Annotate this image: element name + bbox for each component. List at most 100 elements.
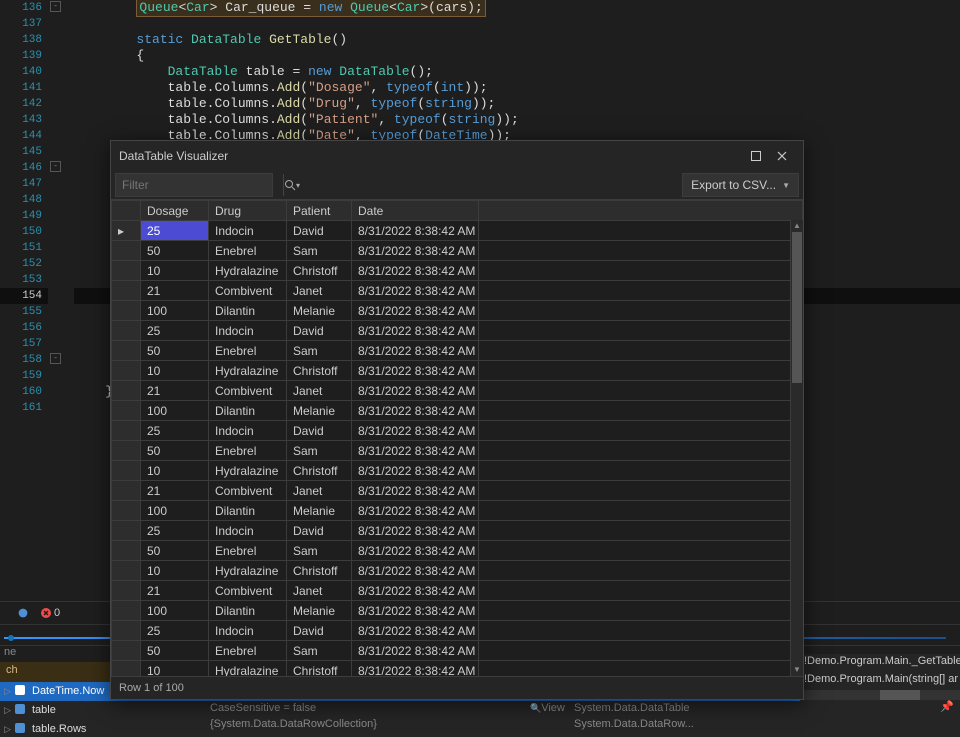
row-header[interactable]: [112, 341, 141, 361]
cell-patient[interactable]: Sam: [287, 241, 352, 261]
cell-dosage[interactable]: 100: [141, 301, 209, 321]
cell-drug[interactable]: Combivent: [209, 281, 287, 301]
cell-patient[interactable]: Melanie: [287, 401, 352, 421]
cell-drug[interactable]: Indocin: [209, 421, 287, 441]
table-row[interactable]: 25IndocinDavid8/31/2022 8:38:42 AM: [112, 521, 791, 541]
row-header[interactable]: [112, 381, 141, 401]
cell-drug[interactable]: Enebrel: [209, 541, 287, 561]
fold-marker[interactable]: -: [50, 353, 61, 364]
cell-patient[interactable]: Christoff: [287, 261, 352, 281]
row-header[interactable]: [112, 241, 141, 261]
cell-date[interactable]: 8/31/2022 8:38:42 AM: [352, 561, 479, 581]
cell-drug[interactable]: Dilantin: [209, 501, 287, 521]
cell-date[interactable]: 8/31/2022 8:38:42 AM: [352, 321, 479, 341]
horizontal-scrollbar[interactable]: [800, 690, 960, 700]
export-button[interactable]: Export to CSV... ▼: [682, 173, 799, 197]
cell-patient[interactable]: Sam: [287, 641, 352, 661]
row-header[interactable]: [112, 421, 141, 441]
cell-date[interactable]: 8/31/2022 8:38:42 AM: [352, 541, 479, 561]
column-header[interactable]: Patient: [287, 201, 352, 221]
cell-dosage[interactable]: 50: [141, 341, 209, 361]
table-row[interactable]: 50EnebrelSam8/31/2022 8:38:42 AM: [112, 341, 791, 361]
view-link[interactable]: 🔍View: [530, 702, 565, 714]
bug-icon[interactable]: [16, 606, 30, 620]
cell-drug[interactable]: Enebrel: [209, 241, 287, 261]
cell-drug[interactable]: Hydralazine: [209, 261, 287, 281]
table-row[interactable]: 21CombiventJanet8/31/2022 8:38:42 AM: [112, 481, 791, 501]
row-header[interactable]: [112, 581, 141, 601]
expand-icon[interactable]: ▷: [4, 724, 14, 735]
row-header[interactable]: [112, 401, 141, 421]
table-row[interactable]: 21CombiventJanet8/31/2022 8:38:42 AM: [112, 381, 791, 401]
cell-patient[interactable]: David: [287, 421, 352, 441]
cell-patient[interactable]: Christoff: [287, 461, 352, 481]
cell-drug[interactable]: Indocin: [209, 221, 287, 241]
cell-date[interactable]: 8/31/2022 8:38:42 AM: [352, 341, 479, 361]
cell-dosage[interactable]: 25: [141, 321, 209, 341]
cell-dosage[interactable]: 21: [141, 381, 209, 401]
data-grid[interactable]: DosageDrugPatientDate ▸25IndocinDavid8/3…: [111, 199, 803, 676]
filter-dropdown-icon[interactable]: ▾: [296, 181, 300, 190]
cell-drug[interactable]: Enebrel: [209, 441, 287, 461]
cell-dosage[interactable]: 50: [141, 441, 209, 461]
column-header[interactable]: Dosage: [141, 201, 209, 221]
cell-dosage[interactable]: 100: [141, 401, 209, 421]
row-header[interactable]: [112, 261, 141, 281]
cell-patient[interactable]: Melanie: [287, 301, 352, 321]
cell-dosage[interactable]: 10: [141, 661, 209, 677]
table-row[interactable]: 100DilantinMelanie8/31/2022 8:38:42 AM: [112, 501, 791, 521]
cell-date[interactable]: 8/31/2022 8:38:42 AM: [352, 641, 479, 661]
cell-date[interactable]: 8/31/2022 8:38:42 AM: [352, 221, 479, 241]
cell-dosage[interactable]: 50: [141, 641, 209, 661]
table-row[interactable]: 50EnebrelSam8/31/2022 8:38:42 AM: [112, 241, 791, 261]
scroll-down-icon[interactable]: ▼: [791, 664, 803, 676]
cell-date[interactable]: 8/31/2022 8:38:42 AM: [352, 261, 479, 281]
cell-date[interactable]: 8/31/2022 8:38:42 AM: [352, 301, 479, 321]
row-header[interactable]: [112, 361, 141, 381]
cell-drug[interactable]: Enebrel: [209, 641, 287, 661]
filter-box[interactable]: ▾: [115, 173, 273, 197]
table-row[interactable]: 25IndocinDavid8/31/2022 8:38:42 AM: [112, 421, 791, 441]
cell-dosage[interactable]: 25: [141, 621, 209, 641]
row-header[interactable]: ▸: [112, 221, 141, 241]
cell-dosage[interactable]: 50: [141, 241, 209, 261]
cell-dosage[interactable]: 50: [141, 541, 209, 561]
cell-patient[interactable]: Janet: [287, 381, 352, 401]
cell-patient[interactable]: David: [287, 521, 352, 541]
search-icon[interactable]: [283, 174, 296, 196]
cell-patient[interactable]: Sam: [287, 441, 352, 461]
cell-date[interactable]: 8/31/2022 8:38:42 AM: [352, 601, 479, 621]
cell-patient[interactable]: Christoff: [287, 561, 352, 581]
filter-input[interactable]: [116, 178, 283, 192]
cell-dosage[interactable]: 25: [141, 421, 209, 441]
row-header[interactable]: [112, 501, 141, 521]
cell-patient[interactable]: Sam: [287, 341, 352, 361]
titlebar[interactable]: DataTable Visualizer: [111, 141, 803, 171]
cell-date[interactable]: 8/31/2022 8:38:42 AM: [352, 581, 479, 601]
cell-drug[interactable]: Hydralazine: [209, 361, 287, 381]
cell-dosage[interactable]: 21: [141, 281, 209, 301]
row-header[interactable]: [112, 321, 141, 341]
close-button[interactable]: [769, 145, 795, 167]
table-row[interactable]: 10HydralazineChristoff8/31/2022 8:38:42 …: [112, 261, 791, 281]
cell-patient[interactable]: Janet: [287, 281, 352, 301]
cell-drug[interactable]: Enebrel: [209, 341, 287, 361]
cell-date[interactable]: 8/31/2022 8:38:42 AM: [352, 461, 479, 481]
row-header[interactable]: [112, 281, 141, 301]
scroll-up-icon[interactable]: ▲: [791, 220, 803, 232]
table-row[interactable]: 10HydralazineChristoff8/31/2022 8:38:42 …: [112, 561, 791, 581]
cell-dosage[interactable]: 10: [141, 561, 209, 581]
cell-dosage[interactable]: 10: [141, 361, 209, 381]
cell-patient[interactable]: Janet: [287, 481, 352, 501]
maximize-button[interactable]: [743, 145, 769, 167]
table-row[interactable]: ▸25IndocinDavid8/31/2022 8:38:42 AM: [112, 221, 791, 241]
cell-drug[interactable]: Indocin: [209, 321, 287, 341]
row-header[interactable]: [112, 621, 141, 641]
column-header[interactable]: Drug: [209, 201, 287, 221]
stack-frame[interactable]: !Demo.Program.Main._GetTable: [800, 654, 960, 672]
cell-dosage[interactable]: 10: [141, 461, 209, 481]
cell-drug[interactable]: Hydralazine: [209, 661, 287, 677]
column-header[interactable]: Date: [352, 201, 479, 221]
table-row[interactable]: 10HydralazineChristoff8/31/2022 8:38:42 …: [112, 361, 791, 381]
cell-drug[interactable]: Dilantin: [209, 601, 287, 621]
